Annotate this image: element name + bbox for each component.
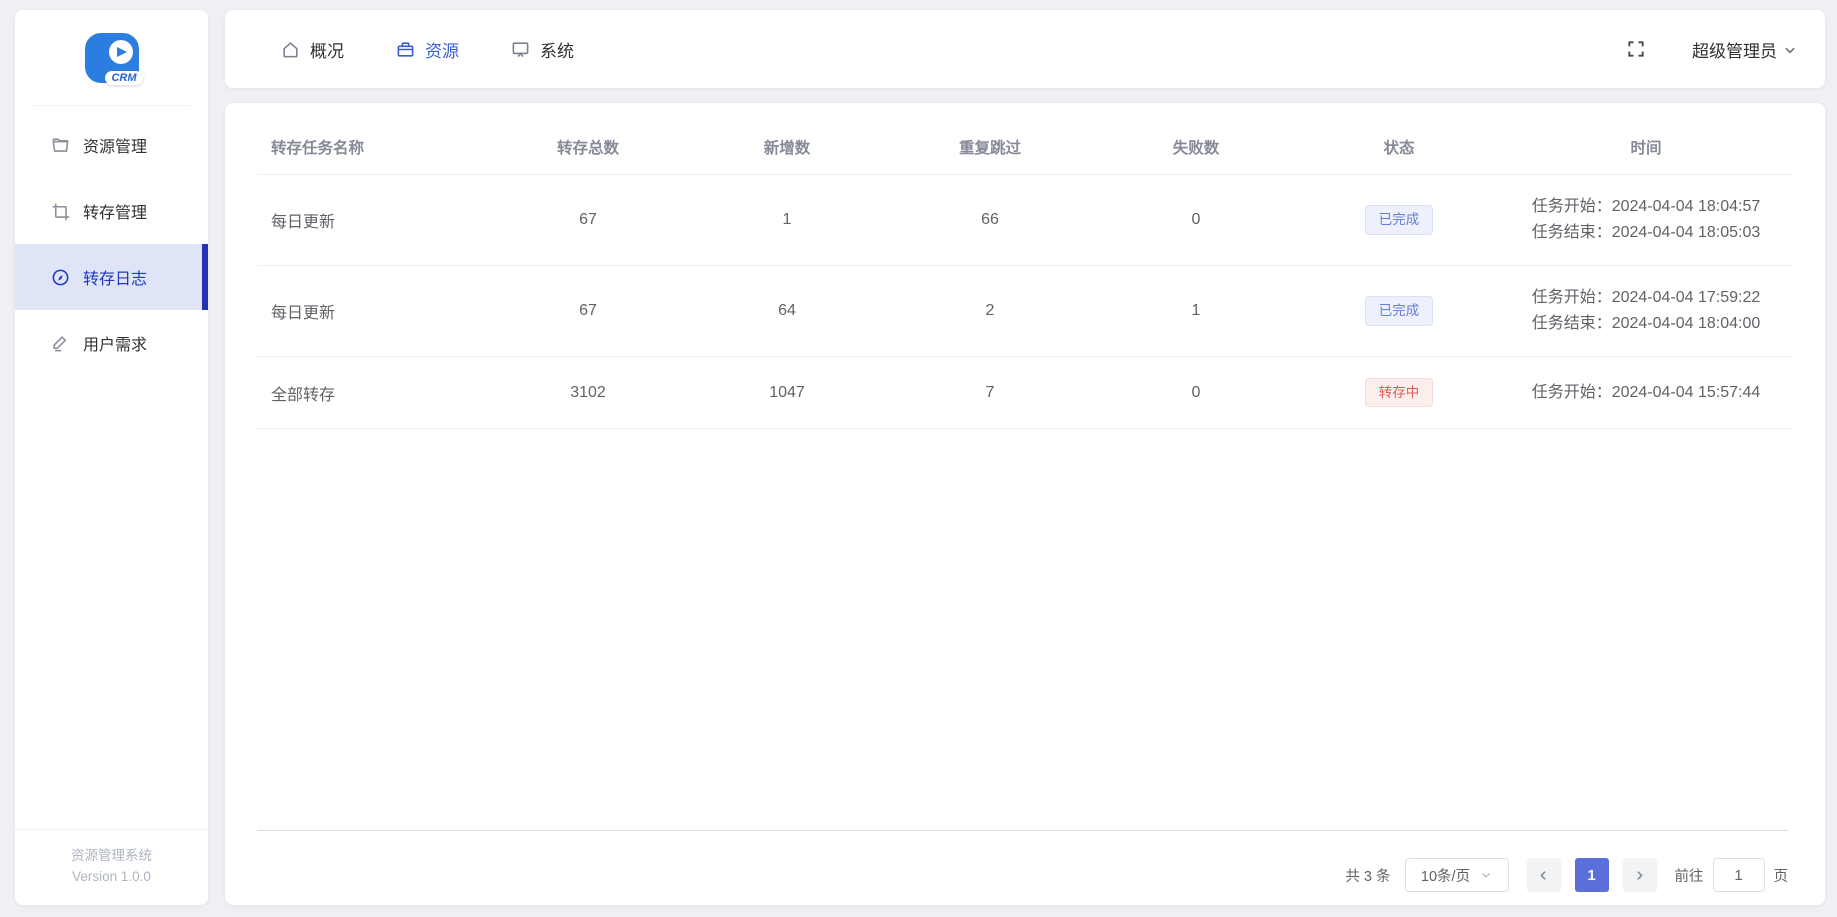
sidebar-menu: 资源管理 转存管理 转存日志 用户需求	[15, 106, 208, 376]
sidebar-item-user-demand[interactable]: 用户需求	[15, 310, 208, 376]
next-page-button[interactable]	[1622, 858, 1657, 892]
sidebar-item-label: 转存日志	[83, 271, 148, 288]
transfer-log-panel: 转存任务名称 转存总数 新增数 重复跳过 失败数 状态 时间 每日更新 67 1…	[225, 103, 1825, 905]
added-count: 64	[778, 302, 796, 319]
app-name: 资源管理系统	[71, 848, 152, 863]
chevron-down-icon	[1783, 43, 1797, 57]
sidebar-item-label: 用户需求	[83, 337, 148, 354]
status-badge: 已完成	[1364, 296, 1434, 326]
edit-icon	[51, 334, 70, 353]
goto-label: 前往	[1674, 868, 1704, 885]
suitcase-icon	[396, 40, 415, 59]
app-logo: CRM	[33, 10, 190, 106]
col-total: 转存总数	[556, 139, 619, 157]
col-status: 状态	[1383, 139, 1415, 157]
sidebar-item-label: 转存管理	[83, 205, 148, 222]
nav-tabs: 概况 资源 系统	[281, 37, 574, 62]
table-row: 每日更新 67 64 2 1 已完成 任务开始：2024-04-04 17:59…	[257, 266, 1793, 357]
table-footer-divider	[257, 830, 1788, 831]
tab-resources[interactable]: 资源	[396, 37, 459, 62]
total-count-label: 共 3 条	[1345, 868, 1391, 885]
failed-count: 1	[1191, 302, 1201, 319]
col-task-name: 转存任务名称	[271, 139, 365, 157]
crop-icon	[51, 202, 70, 221]
page-size-select[interactable]: 10条/页	[1404, 858, 1509, 892]
added-count: 1	[782, 211, 792, 228]
sidebar: CRM 资源管理 转存管理 转存日志 用户需求 资源管理系统 Version 1…	[15, 10, 208, 905]
col-failed: 失败数	[1172, 139, 1220, 157]
failed-count: 0	[1191, 211, 1201, 228]
pagination: 共 3 条 10条/页 1 前往 页	[1345, 855, 1788, 895]
tab-overview[interactable]: 概况	[281, 37, 344, 62]
home-icon	[281, 40, 300, 59]
goto-page-input[interactable]	[1712, 858, 1765, 892]
folder-icon	[51, 136, 70, 155]
sidebar-footer: 资源管理系统 Version 1.0.0	[15, 829, 208, 905]
col-time: 时间	[1630, 139, 1662, 157]
col-added: 新增数	[763, 139, 811, 157]
failed-count: 0	[1191, 383, 1201, 401]
logo-text: CRM	[105, 70, 143, 85]
skipped-count: 2	[985, 302, 995, 319]
table-row: 全部转存 3102 1047 7 0 转存中 任务开始：2024-04-04 1…	[257, 357, 1793, 429]
status-badge: 转存中	[1364, 377, 1434, 408]
task-time: 任务开始：2024-04-04 18:04:57 任务结束：2024-04-04…	[1531, 198, 1761, 241]
compass-icon	[51, 268, 70, 287]
total-count: 67	[579, 211, 597, 228]
top-navbar: 概况 资源 系统 超级管理员	[225, 10, 1825, 88]
task-time: 任务开始：2024-04-04 15:57:44	[1531, 383, 1761, 401]
sidebar-item-transfer-management[interactable]: 转存管理	[15, 178, 208, 244]
user-dropdown[interactable]: 超级管理员	[1692, 37, 1797, 62]
sidebar-item-resource-management[interactable]: 资源管理	[15, 112, 208, 178]
added-count: 1047	[769, 383, 805, 401]
table-row: 每日更新 67 1 66 0 已完成 任务开始：2024-04-04 18:04…	[257, 175, 1793, 266]
sidebar-item-transfer-log[interactable]: 转存日志	[15, 244, 208, 310]
prev-page-button[interactable]	[1526, 858, 1561, 892]
status-badge: 已完成	[1364, 205, 1434, 235]
task-name: 每日更新	[271, 214, 336, 231]
monitor-icon	[511, 40, 530, 59]
tab-system[interactable]: 系统	[511, 37, 574, 62]
tab-label: 资源	[425, 41, 459, 61]
chevron-down-icon	[1480, 869, 1492, 881]
tab-label: 系统	[540, 41, 574, 61]
user-name: 超级管理员	[1692, 41, 1777, 61]
col-skipped: 重复跳过	[958, 139, 1021, 157]
task-time: 任务开始：2024-04-04 17:59:22 任务结束：2024-04-04…	[1531, 289, 1761, 332]
transfer-log-table: 转存任务名称 转存总数 新增数 重复跳过 失败数 状态 时间 每日更新 67 1…	[225, 103, 1825, 429]
page-number-button[interactable]: 1	[1574, 858, 1609, 892]
task-name: 全部转存	[271, 386, 336, 404]
skipped-count: 7	[985, 383, 995, 401]
total-count: 67	[579, 302, 597, 319]
total-count: 3102	[570, 383, 606, 401]
page-unit-label: 页	[1773, 868, 1789, 885]
table-header-row: 转存任务名称 转存总数 新增数 重复跳过 失败数 状态 时间	[257, 119, 1793, 175]
skipped-count: 66	[981, 211, 999, 228]
sidebar-item-label: 资源管理	[83, 139, 148, 156]
tab-label: 概况	[310, 41, 344, 61]
app-version: Version 1.0.0	[72, 869, 151, 884]
fullscreen-icon[interactable]	[1626, 39, 1646, 59]
task-name: 每日更新	[271, 305, 336, 322]
